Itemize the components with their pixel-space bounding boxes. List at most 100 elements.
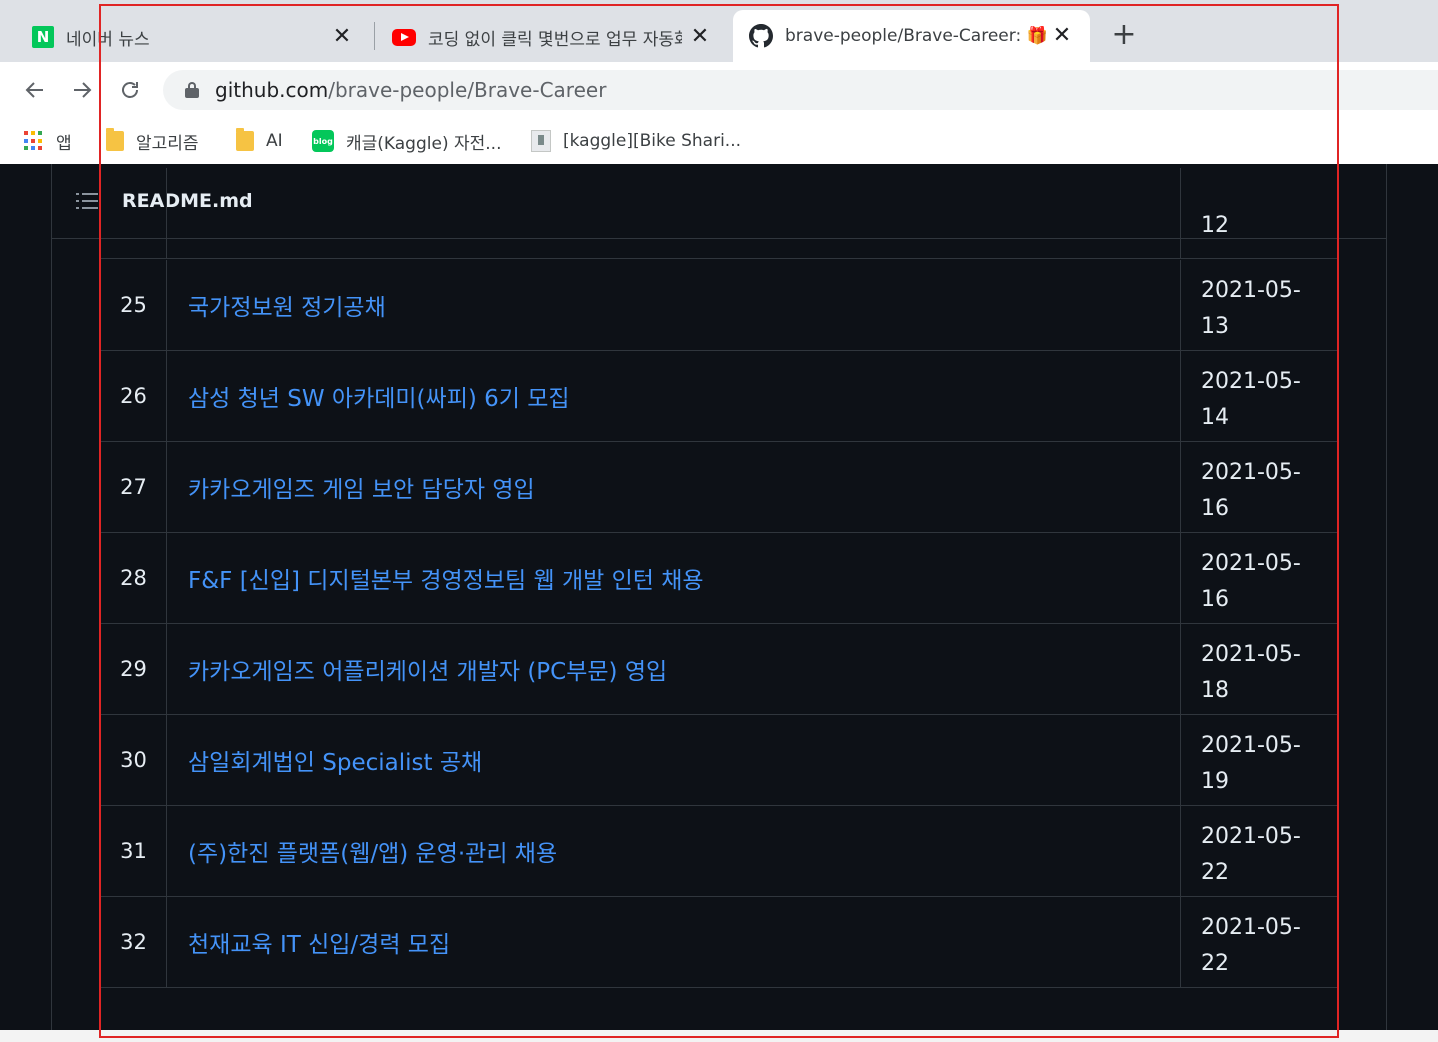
bookmark-label: 앱	[56, 133, 72, 154]
close-icon[interactable]: ✕	[1048, 22, 1076, 50]
forward-button[interactable]	[66, 74, 98, 106]
row-date: 2021-05- 13	[1180, 260, 1339, 350]
tab-title: 네이버 뉴스	[66, 29, 150, 50]
row-date-day: 19	[1201, 769, 1229, 794]
bookmark-ai[interactable]: AI	[236, 126, 283, 156]
folder-icon	[106, 128, 124, 151]
bookmark-apps[interactable]: 앱	[24, 126, 72, 156]
github-icon	[749, 24, 773, 48]
url-host: github.com	[215, 78, 329, 102]
arrow-left-icon	[25, 82, 43, 98]
row-date: 12	[1180, 168, 1339, 258]
row-title-link[interactable]: 카카오게임즈 어플리케이션 개발자 (PC부문) 영입	[188, 624, 1178, 714]
row-date-day: 22	[1201, 860, 1229, 885]
row-date-day: 18	[1201, 678, 1229, 703]
table-row: 25 국가정보원 정기공채 2021-05- 13	[101, 260, 1339, 351]
url-path: /brave-people/Brave-Career	[328, 78, 607, 102]
row-number: 27	[101, 442, 167, 532]
close-icon[interactable]: ✕	[686, 23, 714, 51]
back-button[interactable]	[19, 74, 51, 106]
apps-grid-icon	[24, 131, 44, 151]
row-date-year: 2021-05-	[1201, 551, 1301, 576]
row-number: 30	[101, 715, 167, 805]
row-date-year: 2021-05-	[1201, 278, 1301, 303]
close-icon[interactable]: ✕	[328, 23, 356, 51]
row-number: 28	[101, 533, 167, 623]
reload-button[interactable]	[114, 74, 146, 106]
row-date-year: 2021-05-	[1201, 733, 1301, 758]
row-title-link[interactable]: (주)한진 플랫폼(웹/앱) 운영·관리 채용	[188, 806, 1178, 896]
row-title-link[interactable]: 천재교육 IT 신입/경력 모집	[188, 897, 1178, 987]
row-number: 29	[101, 624, 167, 714]
row-date: 2021-05- 16	[1180, 533, 1339, 623]
bookmark-algorithm[interactable]: 알고리즘	[106, 126, 199, 156]
row-date: 2021-05- 16	[1180, 442, 1339, 532]
row-title-link[interactable]	[188, 168, 1178, 258]
row-date-year: 2021-05-	[1201, 824, 1301, 849]
naver-icon: N	[32, 26, 54, 48]
row-title-link[interactable]: F&F [신입] 디지털본부 경영정보팀 웹 개발 인턴 채용	[188, 533, 1178, 623]
page-icon	[531, 130, 551, 152]
row-title-link[interactable]: 카카오게임즈 게임 보안 담당자 영입	[188, 442, 1178, 532]
table-row: 28 F&F [신입] 디지털본부 경영정보팀 웹 개발 인턴 채용 2021-…	[101, 533, 1339, 624]
url-text[interactable]: github.com/brave-people/Brave-Career	[215, 78, 606, 102]
browser-toolbar: github.com/brave-people/Brave-Career	[0, 62, 1438, 118]
bookmark-label: 알고리즘	[136, 133, 199, 154]
row-date: 2021-05- 18	[1180, 624, 1339, 714]
table-row: 29 카카오게임즈 어플리케이션 개발자 (PC부문) 영입 2021-05- …	[101, 624, 1339, 715]
table-row: 32 천재교육 IT 신입/경력 모집 2021-05- 22	[101, 897, 1339, 988]
row-number: 32	[101, 897, 167, 987]
table-row: 27 카카오게임즈 게임 보안 담당자 영입 2021-05- 16	[101, 442, 1339, 533]
address-bar[interactable]: github.com/brave-people/Brave-Career	[163, 70, 1438, 110]
table-row: 12	[101, 168, 1339, 259]
row-number	[101, 168, 167, 258]
row-date-year: 2021-05-	[1201, 460, 1301, 485]
row-date-day: 22	[1201, 951, 1229, 976]
tab-title: 코딩 없이 클릭 몇번으로 업무 자동화	[428, 29, 682, 50]
bookmark-label: [kaggle][Bike Shari...	[563, 131, 742, 151]
youtube-icon	[392, 28, 416, 46]
row-date-year: 2021-05-	[1201, 642, 1301, 667]
taskbar-edge	[0, 1030, 1438, 1042]
arrow-right-icon	[74, 82, 92, 98]
row-date: 2021-05- 19	[1180, 715, 1339, 805]
tab-youtube[interactable]: 코딩 없이 클릭 몇번으로 업무 자동화 ✕	[392, 12, 722, 62]
tab-strip: N 네이버 뉴스 ✕ 코딩 없이 클릭 몇번으로 업무 자동화 ✕ brave-…	[0, 0, 1438, 62]
row-title-link[interactable]: 삼성 청년 SW 아카데미(싸피) 6기 모집	[188, 351, 1178, 441]
row-date-day: 16	[1201, 496, 1229, 521]
bookmark-kaggle-bike-sharing[interactable]: [kaggle][Bike Shari...	[531, 126, 741, 156]
lock-icon[interactable]	[185, 82, 199, 98]
row-title-link[interactable]: 삼일회계법인 Specialist 공채	[188, 715, 1178, 805]
row-date-day: 14	[1201, 405, 1229, 430]
readme-box: README.md 12 25 국가정보원 정기공채 2021-05- 13 2…	[51, 164, 1387, 1042]
tab-naver-news[interactable]: N 네이버 뉴스 ✕	[28, 12, 364, 62]
table-row: 31 (주)한진 플랫폼(웹/앱) 운영·관리 채용 2021-05- 22	[101, 806, 1339, 897]
row-date: 2021-05- 22	[1180, 897, 1339, 987]
row-number: 26	[101, 351, 167, 441]
row-date-day: 16	[1201, 587, 1229, 612]
row-number: 31	[101, 806, 167, 896]
row-date-year: 2021-05-	[1201, 369, 1301, 394]
row-date: 2021-05- 14	[1180, 351, 1339, 441]
bookmark-label: AI	[266, 131, 283, 151]
table-row: 26 삼성 청년 SW 아카데미(싸피) 6기 모집 2021-05- 14	[101, 351, 1339, 442]
tab-github-active[interactable]: brave-people/Brave-Career: 🎁 ✕	[733, 10, 1090, 62]
row-date-day: 13	[1201, 314, 1229, 339]
list-icon[interactable]	[76, 191, 100, 211]
bookmark-label: 캐글(Kaggle) 자전...	[346, 133, 502, 154]
row-date: 2021-05- 22	[1180, 806, 1339, 896]
tab-divider	[374, 22, 375, 50]
row-date-day: 12	[1201, 213, 1229, 238]
row-title-link[interactable]: 국가정보원 정기공채	[188, 260, 1178, 350]
table-row: 30 삼일회계법인 Specialist 공채 2021-05- 19	[101, 715, 1339, 806]
tab-title: brave-people/Brave-Career: 🎁	[785, 26, 1046, 46]
naver-blog-icon: blog	[312, 130, 334, 152]
bookmarks-bar: 앱 알고리즘 AI blog 캐글(Kaggle) 자전... [kaggle]…	[0, 118, 1438, 164]
reload-icon	[122, 82, 138, 98]
folder-icon	[236, 128, 254, 151]
page-content: README.md 12 25 국가정보원 정기공채 2021-05- 13 2…	[0, 164, 1438, 1042]
bookmark-kaggle-bicycle[interactable]: blog 캐글(Kaggle) 자전...	[312, 126, 501, 156]
row-number: 25	[101, 260, 167, 350]
new-tab-button[interactable]: +	[1108, 20, 1140, 52]
row-date-year: 2021-05-	[1201, 915, 1301, 940]
